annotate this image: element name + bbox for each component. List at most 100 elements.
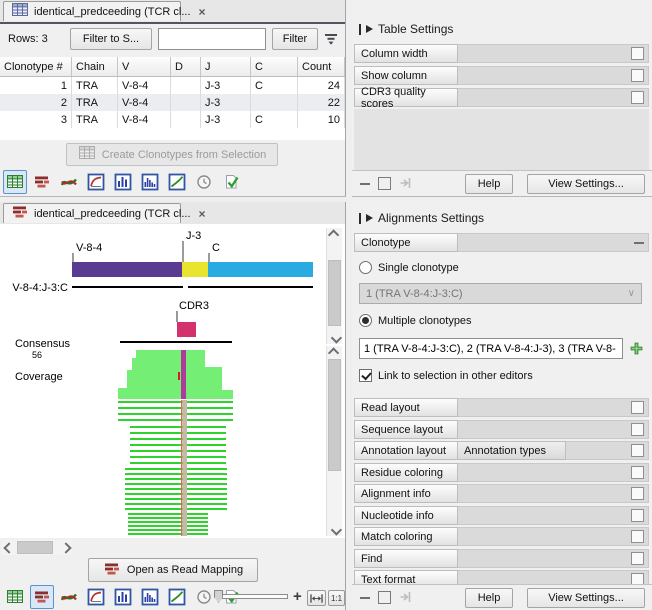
histogram-icon[interactable] (111, 170, 135, 194)
popout-section-icon[interactable] (631, 552, 644, 565)
column-header-clonotype-[interactable]: Clonotype # (0, 57, 72, 76)
table-icon[interactable] (3, 585, 27, 609)
multiple-clonotypes-label[interactable]: Multiple clonotypes (378, 315, 472, 327)
panel-arrow-icon[interactable] (366, 214, 373, 222)
popout-section-icon[interactable] (631, 69, 644, 82)
section-nucleotide-info[interactable]: Nucleotide info (354, 506, 649, 525)
palette-icon[interactable] (378, 591, 391, 604)
table-row[interactable]: 1 TRA V-8-4 J-3 C 24 (0, 77, 345, 94)
panel-handle-icon[interactable] (359, 23, 361, 35)
scroll-up-icon[interactable] (327, 228, 342, 241)
zoom-in-icon[interactable]: + (293, 589, 302, 604)
popout-section-icon[interactable] (631, 401, 644, 414)
tab-alignment[interactable]: identical_predceeding (TCR cl... × (3, 203, 206, 223)
section-annotation-layout[interactable]: Annotation layout Annotation types (354, 441, 649, 460)
section-label[interactable]: Column width (354, 44, 458, 63)
open-as-read-mapping-button[interactable]: Open as Read Mapping (88, 558, 258, 582)
table-icon[interactable] (3, 170, 27, 194)
section-label[interactable]: Residue coloring (354, 463, 458, 482)
section-cdr3-quality-scores[interactable]: CDR3 quality scores (354, 86, 649, 110)
panel-arrow-icon[interactable] (366, 25, 373, 33)
single-clonotype-radio[interactable] (359, 261, 372, 274)
read-mapping-icon[interactable] (30, 585, 54, 609)
popout-section-icon[interactable] (631, 444, 644, 457)
section-match-coloring[interactable]: Match coloring (354, 527, 649, 546)
panel-handle-icon[interactable] (359, 212, 361, 224)
help-button[interactable]: Help (465, 587, 513, 608)
collapse-all-icon[interactable] (360, 596, 370, 599)
section-residue-coloring[interactable]: Residue coloring (354, 463, 649, 482)
section-sequence-layout[interactable]: Sequence layout (354, 420, 649, 439)
expression-plots-icon[interactable] (57, 585, 81, 609)
annotation-vertical-scrollbar[interactable] (326, 228, 342, 344)
table-row[interactable]: 2 TRA V-8-4 J-3 22 (0, 94, 345, 111)
view-settings-button[interactable]: View Settings... (527, 173, 645, 194)
view-settings-button[interactable]: View Settings... (527, 587, 645, 608)
close-tab-icon[interactable]: × (199, 208, 206, 220)
popout-section-icon[interactable] (631, 530, 644, 543)
expression-plots-icon[interactable] (57, 170, 81, 194)
column-header-v[interactable]: V (118, 57, 171, 76)
column-header-d[interactable]: D (171, 57, 201, 76)
history-icon[interactable] (192, 170, 216, 194)
growth-line-icon[interactable] (165, 170, 189, 194)
section-label[interactable]: Annotation layout (354, 441, 458, 460)
advanced-filter-icon[interactable] (323, 31, 339, 50)
single-clonotype-select[interactable]: 1 (TRA V-8-4:J-3:C) ∨ (359, 283, 642, 304)
help-button[interactable]: Help (465, 173, 513, 194)
multiple-clonotypes-radio[interactable] (359, 314, 372, 327)
column-header-c[interactable]: C (251, 57, 298, 76)
section-label[interactable]: Match coloring (354, 527, 458, 546)
popout-section-icon[interactable] (631, 91, 644, 104)
section-label[interactable]: Clonotype (354, 233, 458, 252)
bar-chart-icon[interactable] (138, 585, 162, 609)
section-find[interactable]: Find (354, 549, 649, 568)
popout-section-icon[interactable] (631, 47, 644, 60)
palette-icon[interactable] (378, 177, 391, 190)
close-tab-icon[interactable]: × (199, 6, 206, 18)
read-mapping-icon[interactable] (30, 170, 54, 194)
multiple-clonotypes-input[interactable] (359, 338, 623, 359)
zoom-slider[interactable] (214, 590, 288, 603)
filter-search-input[interactable] (158, 28, 266, 50)
single-clonotype-label[interactable]: Single clonotype (378, 262, 459, 274)
tab-clonotype-table[interactable]: identical_predceeding (TCR cl... × (3, 1, 206, 21)
add-clonotype-icon[interactable] (629, 341, 644, 356)
line-chart-icon[interactable] (84, 170, 108, 194)
section-column-width[interactable]: Column width (354, 44, 649, 63)
section-label[interactable]: Find (354, 549, 458, 568)
collapse-section-icon[interactable] (634, 241, 644, 244)
filter-button[interactable]: Filter (272, 28, 318, 50)
line-chart-icon[interactable] (84, 585, 108, 609)
fit-width-button[interactable] (307, 590, 326, 606)
dock-panel-icon[interactable] (399, 176, 412, 192)
create-clonotypes-button[interactable]: Create Clonotypes from Selection (66, 143, 278, 166)
section-label[interactable]: Read layout (354, 398, 458, 417)
popout-section-icon[interactable] (631, 466, 644, 479)
alignment-canvas[interactable]: V-8-4 J-3 C V-8-4:J-3:C CDR3 Consensus 56 Cover… (0, 224, 345, 538)
popout-section-icon[interactable] (631, 509, 644, 522)
popout-section-icon[interactable] (631, 487, 644, 500)
popout-section-icon[interactable] (631, 423, 644, 436)
scroll-down-icon[interactable] (327, 331, 342, 344)
growth-line-icon[interactable] (165, 585, 189, 609)
section-label[interactable]: Show column (354, 66, 458, 85)
section-alignment-info[interactable]: Alignment info (354, 484, 649, 503)
scroll-down-icon[interactable] (327, 523, 342, 536)
table-row[interactable]: 3 TRA V-8-4 J-3 C 10 (0, 111, 345, 128)
section-label[interactable]: Sequence layout (354, 420, 458, 439)
section-show-column[interactable]: Show column (354, 66, 649, 85)
filter-to-selection-button[interactable]: Filter to S... (70, 28, 152, 50)
column-header-chain[interactable]: Chain (72, 57, 118, 76)
column-header-j[interactable]: J (201, 57, 251, 76)
zoom-100-button[interactable]: 1:1 (328, 590, 345, 606)
column-header-count[interactable]: Count (298, 57, 345, 76)
scroll-up-icon[interactable] (327, 346, 342, 359)
label-horizontal-scrollbar[interactable] (2, 540, 72, 555)
section-tab-annotation-types[interactable]: Annotation types (458, 441, 566, 460)
scroll-left-icon[interactable] (2, 540, 15, 555)
section-read-layout[interactable]: Read layout (354, 398, 649, 417)
reads-vertical-scrollbar[interactable] (326, 346, 342, 536)
scroll-right-icon[interactable] (59, 540, 72, 555)
section-label[interactable]: CDR3 quality scores (354, 86, 458, 110)
